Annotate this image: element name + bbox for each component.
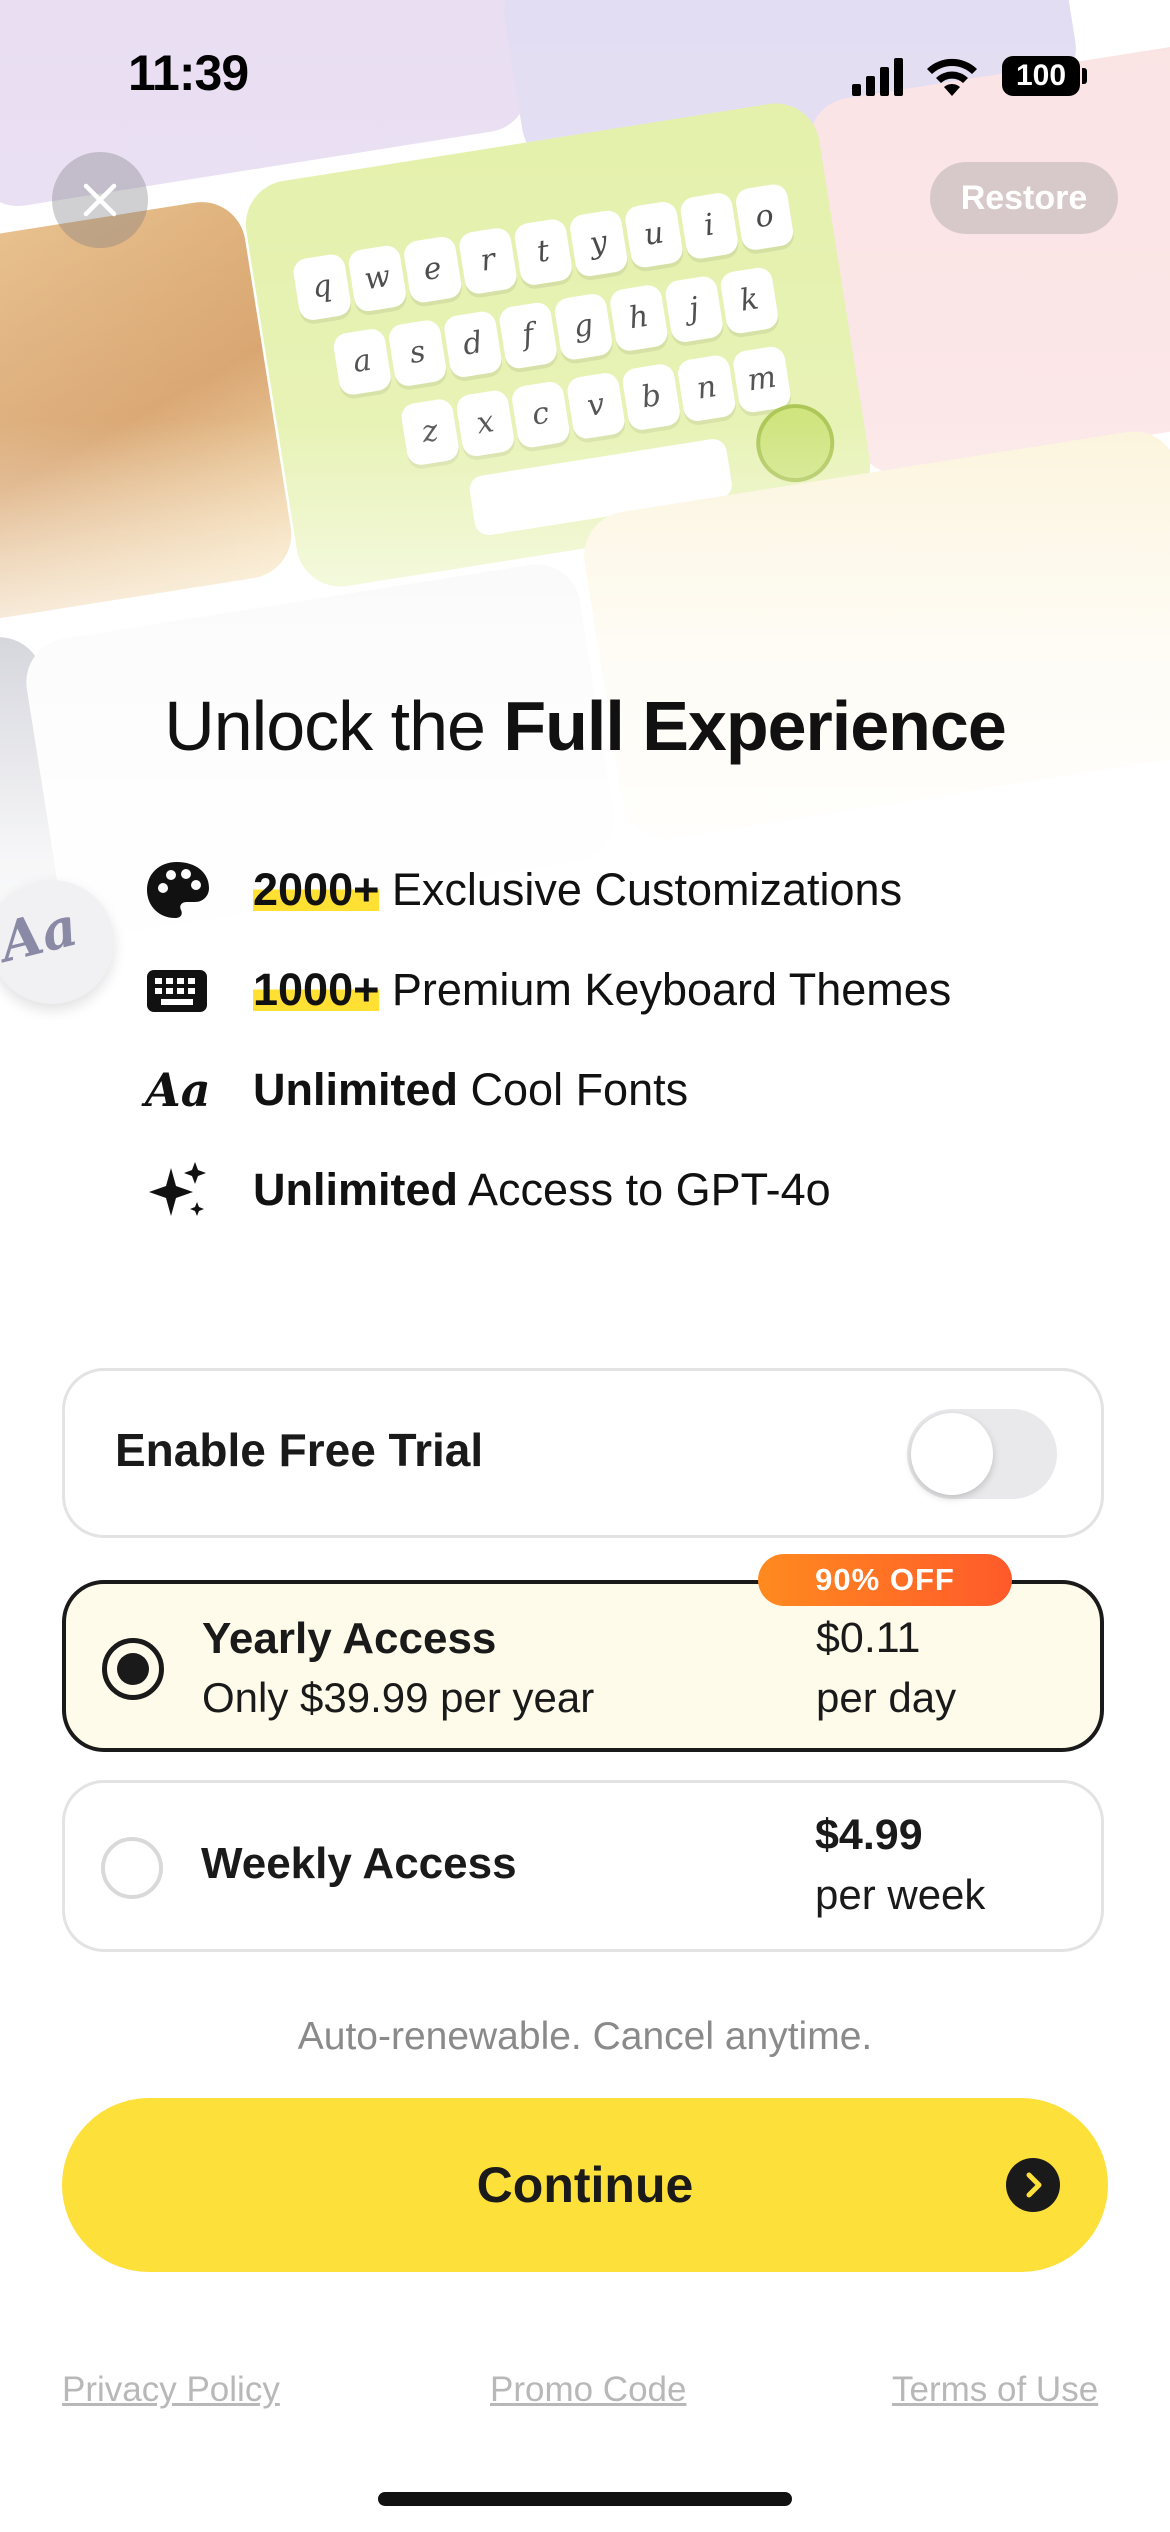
status-time: 11:39 [128, 45, 249, 101]
battery-level: 100 [1015, 59, 1067, 92]
palette-icon [147, 862, 209, 918]
feature-description: Premium Keyboard Themes [379, 964, 952, 1015]
feature-text: 2000+ Exclusive Customizations [253, 850, 902, 930]
feature-item-customizations: 2000+ Exclusive Customizations [145, 850, 1045, 930]
page-title-regular: Unlock the [164, 687, 504, 765]
terms-of-use-link[interactable]: Terms of Use [892, 2370, 1098, 2410]
feature-item-fonts: Aa Unlimited Cool Fonts [145, 1050, 1045, 1130]
feature-highlight: 2000+ [253, 864, 380, 915]
free-trial-label: Enable Free Trial [115, 1424, 484, 1476]
font-icon-glyph: Aa [145, 1063, 211, 1117]
plan-price-unit: per week [815, 1871, 986, 1918]
plan-subtitle: Only $39.99 per year [202, 1674, 595, 1721]
feature-text: 1000+ Premium Keyboard Themes [253, 950, 951, 1030]
battery-cap [1082, 68, 1087, 84]
feature-description: Cool Fonts [458, 1064, 689, 1115]
font-badge-label: Aa [0, 893, 84, 975]
close-button[interactable] [52, 152, 148, 248]
free-trial-toggle[interactable] [907, 1409, 1057, 1499]
battery-icon: 100 [1002, 56, 1080, 96]
feature-item-gpt: Unlimited Access to GPT-4o [145, 1150, 1045, 1230]
radio-unselected-icon [101, 1837, 163, 1899]
plan-title: Yearly Access [202, 1614, 497, 1663]
status-icons: 100 [852, 52, 1092, 102]
sparkle-icon [149, 1162, 206, 1216]
cellular-signal-icon [852, 58, 903, 96]
keyboard-icon [147, 970, 207, 1012]
feature-highlight: Unlimited [253, 1064, 459, 1115]
radio-selected-icon [102, 1638, 164, 1700]
feature-highlight: 1000+ [253, 964, 380, 1015]
feature-description: Access to GPT-4o [458, 1164, 831, 1215]
feature-text: Unlimited Access to GPT-4o [253, 1150, 831, 1230]
auto-renew-note: Auto-renewable. Cancel anytime. [297, 2015, 873, 2058]
font-icon: Aa [145, 1060, 211, 1120]
page-title: Unlock the Full Experience [0, 686, 1170, 766]
feature-highlight: Unlimited [253, 1164, 459, 1215]
feature-item-themes: 1000+ Premium Keyboard Themes [145, 950, 1045, 1030]
continue-label: Continue [476, 2157, 694, 2213]
free-trial-row: Enable Free Trial [62, 1368, 1104, 1538]
home-indicator [378, 2492, 792, 2506]
plan-price: $4.99 [815, 1811, 923, 1859]
plan-title: Weekly Access [201, 1839, 517, 1888]
plan-price: $0.11 [816, 1614, 921, 1662]
feature-text: Unlimited Cool Fonts [253, 1050, 688, 1130]
chevron-right-icon [1006, 2158, 1060, 2212]
plan-option-weekly[interactable]: Weekly Access $4.99 per week [62, 1780, 1104, 1952]
feature-description: Exclusive Customizations [379, 864, 903, 915]
toggle-knob [911, 1413, 993, 1495]
wifi-icon [927, 58, 977, 96]
plan-price-unit: per day [816, 1674, 957, 1721]
discount-badge: 90% OFF [758, 1554, 1012, 1606]
close-icon [83, 183, 117, 217]
page-title-bold: Full Experience [503, 687, 1006, 765]
privacy-policy-link[interactable]: Privacy Policy [62, 2370, 280, 2410]
promo-code-link[interactable]: Promo Code [490, 2370, 686, 2410]
restore-button[interactable]: Restore [930, 162, 1118, 234]
continue-button[interactable]: Continue [62, 2098, 1108, 2272]
